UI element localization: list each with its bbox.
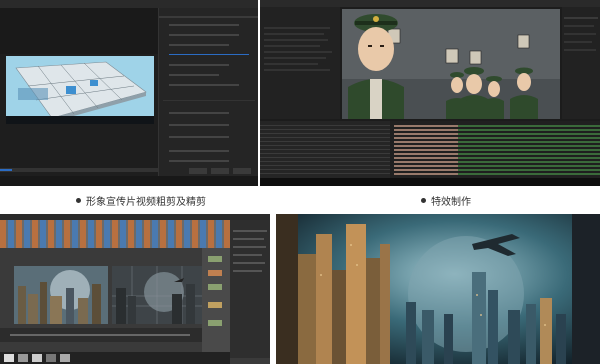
video-editor-screenshot [0,0,258,186]
export-button[interactable] [211,168,229,174]
viewer-left [14,266,108,324]
status-bar [0,176,258,186]
program-monitor [6,56,154,124]
composition-viewer [342,9,560,119]
effects-compositing-screenshot [260,0,600,186]
node-graph-panel [202,248,230,358]
export-settings-panel [158,8,258,178]
project-panel [260,7,340,119]
timeline-panel [260,121,600,178]
taskbar [260,178,600,186]
node-compositor-screenshot [0,214,270,364]
floor-plan-render [15,61,147,122]
monitor-caption-strip [6,116,154,124]
bullet-icon [76,198,81,203]
caption-text: 特效制作 [431,197,471,208]
rendered-city-still [276,214,600,364]
bullet-icon [421,198,426,203]
caption-video-editing: 形象宣传片视频粗剪及精剪 [76,193,206,208]
queue-button[interactable] [189,168,207,174]
caption-text: 形象宣传片视频粗剪及精剪 [86,197,206,208]
futuristic-city-render [276,214,600,364]
caption-effects: 特效制作 [421,193,471,208]
flow-timeline [0,328,202,342]
menu-bar [260,0,600,7]
source-preview-area [0,8,158,54]
cancel-button[interactable] [233,168,251,174]
timeline-scrubber[interactable] [0,168,158,172]
properties-panel [230,220,270,358]
thumbnail-bar [0,352,230,364]
info-effects-panel [562,7,600,119]
viewer-right [112,266,202,324]
menu-bar [0,0,258,8]
uniformed-characters-illustration [342,9,560,119]
tool-palette [0,220,230,248]
